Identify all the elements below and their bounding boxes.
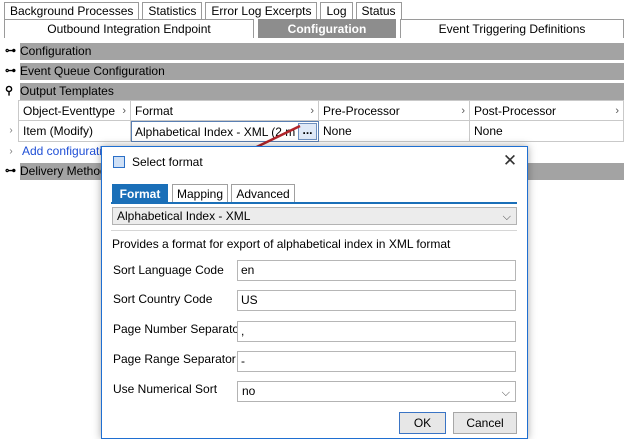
tab-mapping[interactable]: Mapping xyxy=(172,184,228,203)
section-output-templates[interactable]: ⚲ Output Templates xyxy=(4,83,624,100)
header-label: Format xyxy=(135,104,174,118)
main-tab-row: Outbound Integration Endpoint Configurat… xyxy=(4,19,624,38)
page-number-separator-label: Page Number Separator xyxy=(113,322,244,336)
section-bar xyxy=(20,43,624,60)
tab-configuration[interactable]: Configuration xyxy=(258,19,396,38)
section-event-queue[interactable]: ⊶ Event Queue Configuration xyxy=(4,63,624,80)
column-header-pre-processor[interactable]: Pre-Processor › xyxy=(319,100,470,121)
select-format-dialog: Select format ✕ Format Mapping Advanced … xyxy=(101,146,528,439)
tab-error-log-excerpts[interactable]: Error Log Excerpts xyxy=(205,2,318,20)
section-label: Event Queue Configuration xyxy=(20,64,165,78)
chevron-right-icon: › xyxy=(310,105,314,117)
tab-format[interactable]: Format xyxy=(112,184,168,203)
page-range-separator-input[interactable]: - xyxy=(237,351,516,372)
sort-country-code-input[interactable]: US xyxy=(237,290,516,311)
cancel-button[interactable]: Cancel xyxy=(453,412,517,434)
window-icon xyxy=(113,156,125,168)
browse-format-button[interactable]: ... xyxy=(298,123,317,140)
use-numerical-sort-value: no xyxy=(242,384,256,398)
section-label: Output Templates xyxy=(20,84,114,98)
chevron-right-icon: › xyxy=(461,105,465,117)
header-label: Object-Eventtype xyxy=(23,104,116,118)
key-collapse-icon[interactable]: ⚲ xyxy=(5,85,19,98)
tab-background-processes[interactable]: Background Processes xyxy=(4,2,140,20)
divider xyxy=(111,230,517,231)
sort-language-code-label: Sort Language Code xyxy=(113,263,224,277)
tab-status[interactable]: Status xyxy=(355,2,402,20)
dialog-title: Select format xyxy=(132,155,203,169)
tab-log[interactable]: Log xyxy=(320,2,353,20)
row-add-icon[interactable]: › xyxy=(4,142,18,162)
tab-statistics[interactable]: Statistics xyxy=(142,2,203,20)
key-expand-icon[interactable]: ⊶ xyxy=(5,65,19,78)
dialog-titlebar[interactable]: Select format ✕ xyxy=(102,147,527,177)
cell-post-processor[interactable]: None xyxy=(470,121,624,142)
chevron-right-icon: › xyxy=(615,105,619,117)
section-configuration[interactable]: ⊶ Configuration xyxy=(4,43,624,60)
use-numerical-sort-label: Use Numerical Sort xyxy=(113,382,218,396)
header-label: Post-Processor xyxy=(474,104,557,118)
tab-advanced[interactable]: Advanced xyxy=(231,184,295,203)
chevron-right-icon: › xyxy=(122,105,126,117)
use-numerical-sort-select[interactable]: no ⌵ xyxy=(237,381,516,402)
header-label: Pre-Processor xyxy=(323,104,400,118)
column-header-object-eventtype[interactable]: Object-Eventtype › xyxy=(18,100,131,121)
cell-format-value: Alphabetical Index - XML (2 m xyxy=(135,125,296,139)
format-select-value: Alphabetical Index - XML xyxy=(117,209,251,223)
close-icon[interactable]: ✕ xyxy=(501,152,519,170)
section-label: Configuration xyxy=(20,44,92,58)
cell-format[interactable]: Alphabetical Index - XML (2 m ... xyxy=(131,121,319,142)
chevron-down-icon: ⌵ xyxy=(502,211,511,223)
column-header-format[interactable]: Format › xyxy=(131,100,319,121)
page-number-separator-input[interactable]: , xyxy=(237,321,516,342)
chevron-down-icon: ⌵ xyxy=(501,387,510,399)
sort-country-code-label: Sort Country Code xyxy=(113,292,213,306)
page-range-separator-label: Page Range Separator xyxy=(113,352,236,366)
sort-language-code-input[interactable]: en xyxy=(237,260,516,281)
format-description: Provides a format for export of alphabet… xyxy=(112,237,451,251)
tab-outbound-integration-endpoint[interactable]: Outbound Integration Endpoint xyxy=(4,19,254,38)
key-expand-icon[interactable]: ⊶ xyxy=(5,45,19,58)
ok-button[interactable]: OK xyxy=(399,412,446,434)
top-tab-row: Background Processes Statistics Error Lo… xyxy=(4,2,405,20)
tab-event-triggering-definitions[interactable]: Event Triggering Definitions xyxy=(400,19,624,38)
column-header-post-processor[interactable]: Post-Processor › xyxy=(470,100,624,121)
row-selector-icon[interactable]: › xyxy=(4,121,18,141)
cell-pre-processor[interactable]: None xyxy=(319,121,470,142)
cell-object-eventtype[interactable]: Item (Modify) xyxy=(18,121,131,142)
tab-underline xyxy=(111,202,517,204)
key-expand-icon[interactable]: ⊶ xyxy=(5,165,19,178)
section-label: Delivery Method xyxy=(20,164,107,178)
format-select[interactable]: Alphabetical Index - XML ⌵ xyxy=(112,207,517,225)
